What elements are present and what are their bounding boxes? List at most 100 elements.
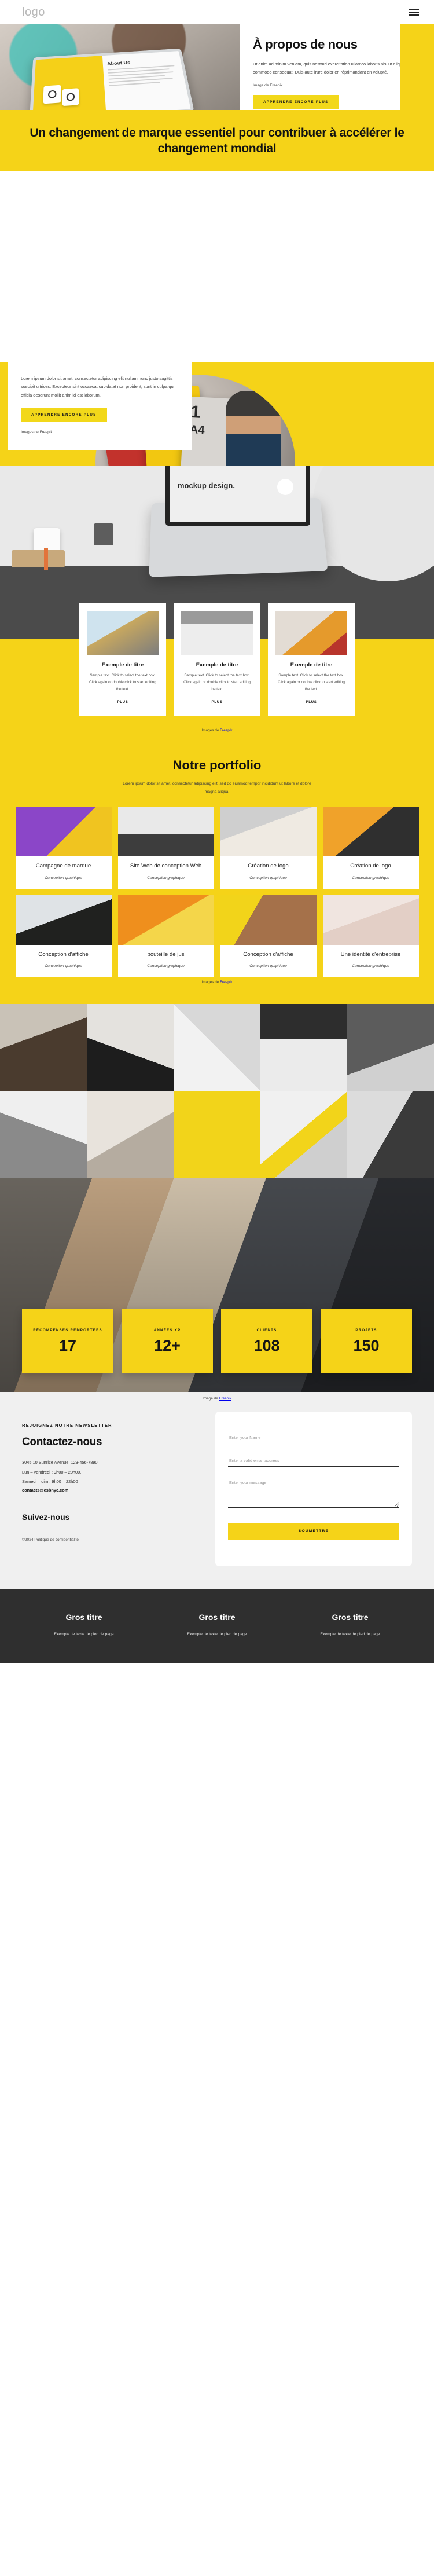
portfolio-thumbnail xyxy=(322,807,419,857)
portfolio-item[interactable]: Conception d'affiche Conception graphiqu… xyxy=(220,895,317,977)
credit-prefix: Image de xyxy=(253,83,270,87)
feature-card[interactable]: Exemple de titre Sample text. Click to s… xyxy=(268,603,355,716)
portfolio-item-title: Campagne de marque xyxy=(35,863,91,870)
feature-card[interactable]: Exemple de titre Sample text. Click to s… xyxy=(174,603,260,716)
portfolio-thumbnail xyxy=(15,895,112,945)
portfolio-item-body: bouteille de jus Conception graphique xyxy=(118,945,214,977)
burger-line xyxy=(409,14,419,16)
name-field-wrapper xyxy=(228,1431,399,1444)
stat-card: ANNÉES XP 12+ xyxy=(122,1309,213,1374)
feature-cards-row: Exemple de titre Sample text. Click to s… xyxy=(0,603,434,725)
card-title: Exemple de titre xyxy=(196,661,238,668)
portfolio-thumbnail xyxy=(117,807,214,857)
hero-image-credit: Image de Freepik xyxy=(253,83,419,87)
footer: Gros titre Exemple de texte de pied de p… xyxy=(0,1589,434,1663)
mug-graphic xyxy=(62,88,79,107)
submit-button[interactable]: SOUMETTRE xyxy=(228,1523,399,1540)
card-more-link[interactable]: PLUS xyxy=(117,700,128,704)
laptop-screen-white-panel: About Us xyxy=(102,51,191,110)
portfolio-item-category: Conception graphique xyxy=(45,875,82,880)
email-input[interactable] xyxy=(228,1456,399,1467)
card-text: Sample text. Click to select the text bo… xyxy=(183,673,251,691)
portfolio-thumbnail xyxy=(322,895,419,945)
portfolio-item[interactable]: Une identité d'entreprise Conception gra… xyxy=(322,895,419,977)
page-root: logo About Us À propos de nous Ut enim a… xyxy=(0,0,434,1663)
freepik-link[interactable]: Freepik xyxy=(270,83,282,87)
desk-image-credit: Images de Freepik xyxy=(0,725,434,743)
footer-column: Gros titre Exemple de texte de pied de p… xyxy=(17,1613,150,1636)
laptop-screen-title: About Us xyxy=(106,60,131,67)
hero-title: À propos de nous xyxy=(253,37,358,52)
message-textarea[interactable] xyxy=(228,1478,399,1508)
decorative-blob xyxy=(312,466,434,582)
freepik-link[interactable]: Freepik xyxy=(220,980,232,984)
hamburger-menu-icon[interactable] xyxy=(407,6,421,18)
mosaic-photo xyxy=(174,1091,260,1178)
freepik-link[interactable]: Freepik xyxy=(219,1397,231,1401)
stats-row: RÉCOMPENSES REMPORTÉES 17 ANNÉES XP 12+ … xyxy=(0,1309,434,1374)
portfolio-item-title: Conception d'affiche xyxy=(38,951,89,958)
credit-prefix: Image de xyxy=(203,1397,219,1401)
portfolio-item-category: Conception graphique xyxy=(147,964,185,969)
portfolio-thumbnail xyxy=(220,807,317,857)
portfolio-item-body: Conception d'affiche Conception graphiqu… xyxy=(16,945,112,977)
mosaic-photo xyxy=(174,1004,260,1091)
portfolio-item[interactable]: Site Web de conception Web Conception gr… xyxy=(117,807,214,889)
portfolio-item-category: Conception graphique xyxy=(147,875,185,880)
mosaic-photo xyxy=(87,1091,174,1178)
card-text: Sample text. Click to select the text bo… xyxy=(278,673,345,691)
portfolio-section: Notre portfolio Lorem ipsum dolor sit am… xyxy=(0,742,434,1005)
team-photo-section: RÉCOMPENSES REMPORTÉES 17 ANNÉES XP 12+ … xyxy=(0,1178,434,1393)
mockup-cta-button[interactable]: APPRENDRE ENCORE PLUS xyxy=(21,408,107,423)
laptop-mockup-image: About Us xyxy=(29,48,194,110)
contact-info-column: REJOIGNEZ NOTRE NEWSLETTER Contactez-nou… xyxy=(22,1412,201,1566)
card-more-link[interactable]: PLUS xyxy=(306,700,317,704)
copyright-text[interactable]: ©2024 Politique de confidentialité xyxy=(22,1538,201,1542)
mockup-paragraph: Lorem ipsum dolor sit amet, consectetur … xyxy=(21,375,175,398)
brand-headline: Un changement de marque essentiel pour c… xyxy=(30,126,404,156)
kraft-notebook xyxy=(12,548,65,570)
portfolio-item[interactable]: Conception d'affiche Conception graphiqu… xyxy=(15,895,112,977)
pen-holder xyxy=(94,523,113,546)
hero-yellow-accent xyxy=(400,24,434,110)
mosaic-photo xyxy=(260,1004,347,1091)
freepik-link[interactable]: Freepik xyxy=(220,728,232,732)
mosaic-photo xyxy=(347,1004,434,1091)
mosaic-photo xyxy=(0,1004,87,1091)
site-logo[interactable]: logo xyxy=(22,6,45,19)
portfolio-item[interactable]: Campagne de marque Conception graphique xyxy=(15,807,112,889)
portfolio-image-credit: Images de Freepik xyxy=(0,977,434,995)
portfolio-item-category: Conception graphique xyxy=(249,964,287,969)
card-title: Exemple de titre xyxy=(290,661,333,668)
stat-label: ANNÉES XP xyxy=(153,1328,181,1332)
hero-section: About Us À propos de nous Ut enim ad min… xyxy=(0,24,434,110)
portfolio-thumbnail xyxy=(117,895,214,945)
contact-hours-weekend: Samedi – dim : 9h00 – 22h00 xyxy=(22,1478,78,1484)
card-thumbnail xyxy=(275,611,347,655)
footer-column-text: Exemple de texte de pied de page xyxy=(320,1632,380,1637)
portfolio-item[interactable]: Création de logo Conception graphique xyxy=(322,807,419,889)
card-more-link[interactable]: PLUS xyxy=(212,700,223,704)
portfolio-item[interactable]: Création de logo Conception graphique xyxy=(220,807,317,889)
portfolio-item[interactable]: bouteille de jus Conception graphique xyxy=(117,895,214,977)
stat-label: CLIENTS xyxy=(256,1328,277,1332)
message-field-wrapper xyxy=(228,1478,399,1511)
freepik-link[interactable]: Freepik xyxy=(40,430,53,434)
portfolio-item-category: Conception graphique xyxy=(249,875,287,880)
card-thumbnail xyxy=(181,611,253,655)
mockup-section: 3 2 1 A4 MOCKUP Lorem ipsum dolor sit am… xyxy=(0,361,434,581)
mosaic-photo xyxy=(347,1091,434,1178)
portfolio-item-body: Création de logo Conception graphique xyxy=(220,856,317,888)
footer-column: Gros titre Exemple de texte de pied de p… xyxy=(284,1613,417,1636)
name-input[interactable] xyxy=(228,1432,399,1444)
hero-cta-button[interactable]: APPRENDRE ENCORE PLUS xyxy=(253,94,339,109)
contact-section: Image de Freepik REJOIGNEZ NOTRE NEWSLET… xyxy=(0,1392,434,1590)
credit-prefix: Images de xyxy=(21,430,40,435)
portfolio-grid: Campagne de marque Conception graphique … xyxy=(0,807,434,977)
card-title: Exemple de titre xyxy=(101,661,144,668)
team-image-credit: Image de Freepik xyxy=(0,1397,434,1401)
stat-value: 12+ xyxy=(154,1337,181,1355)
feature-card[interactable]: Exemple de titre Sample text. Click to s… xyxy=(79,603,166,716)
newsletter-kicker: REJOIGNEZ NOTRE NEWSLETTER xyxy=(22,1423,112,1428)
contact-email[interactable]: contacts@esbnyc.com xyxy=(22,1487,201,1493)
